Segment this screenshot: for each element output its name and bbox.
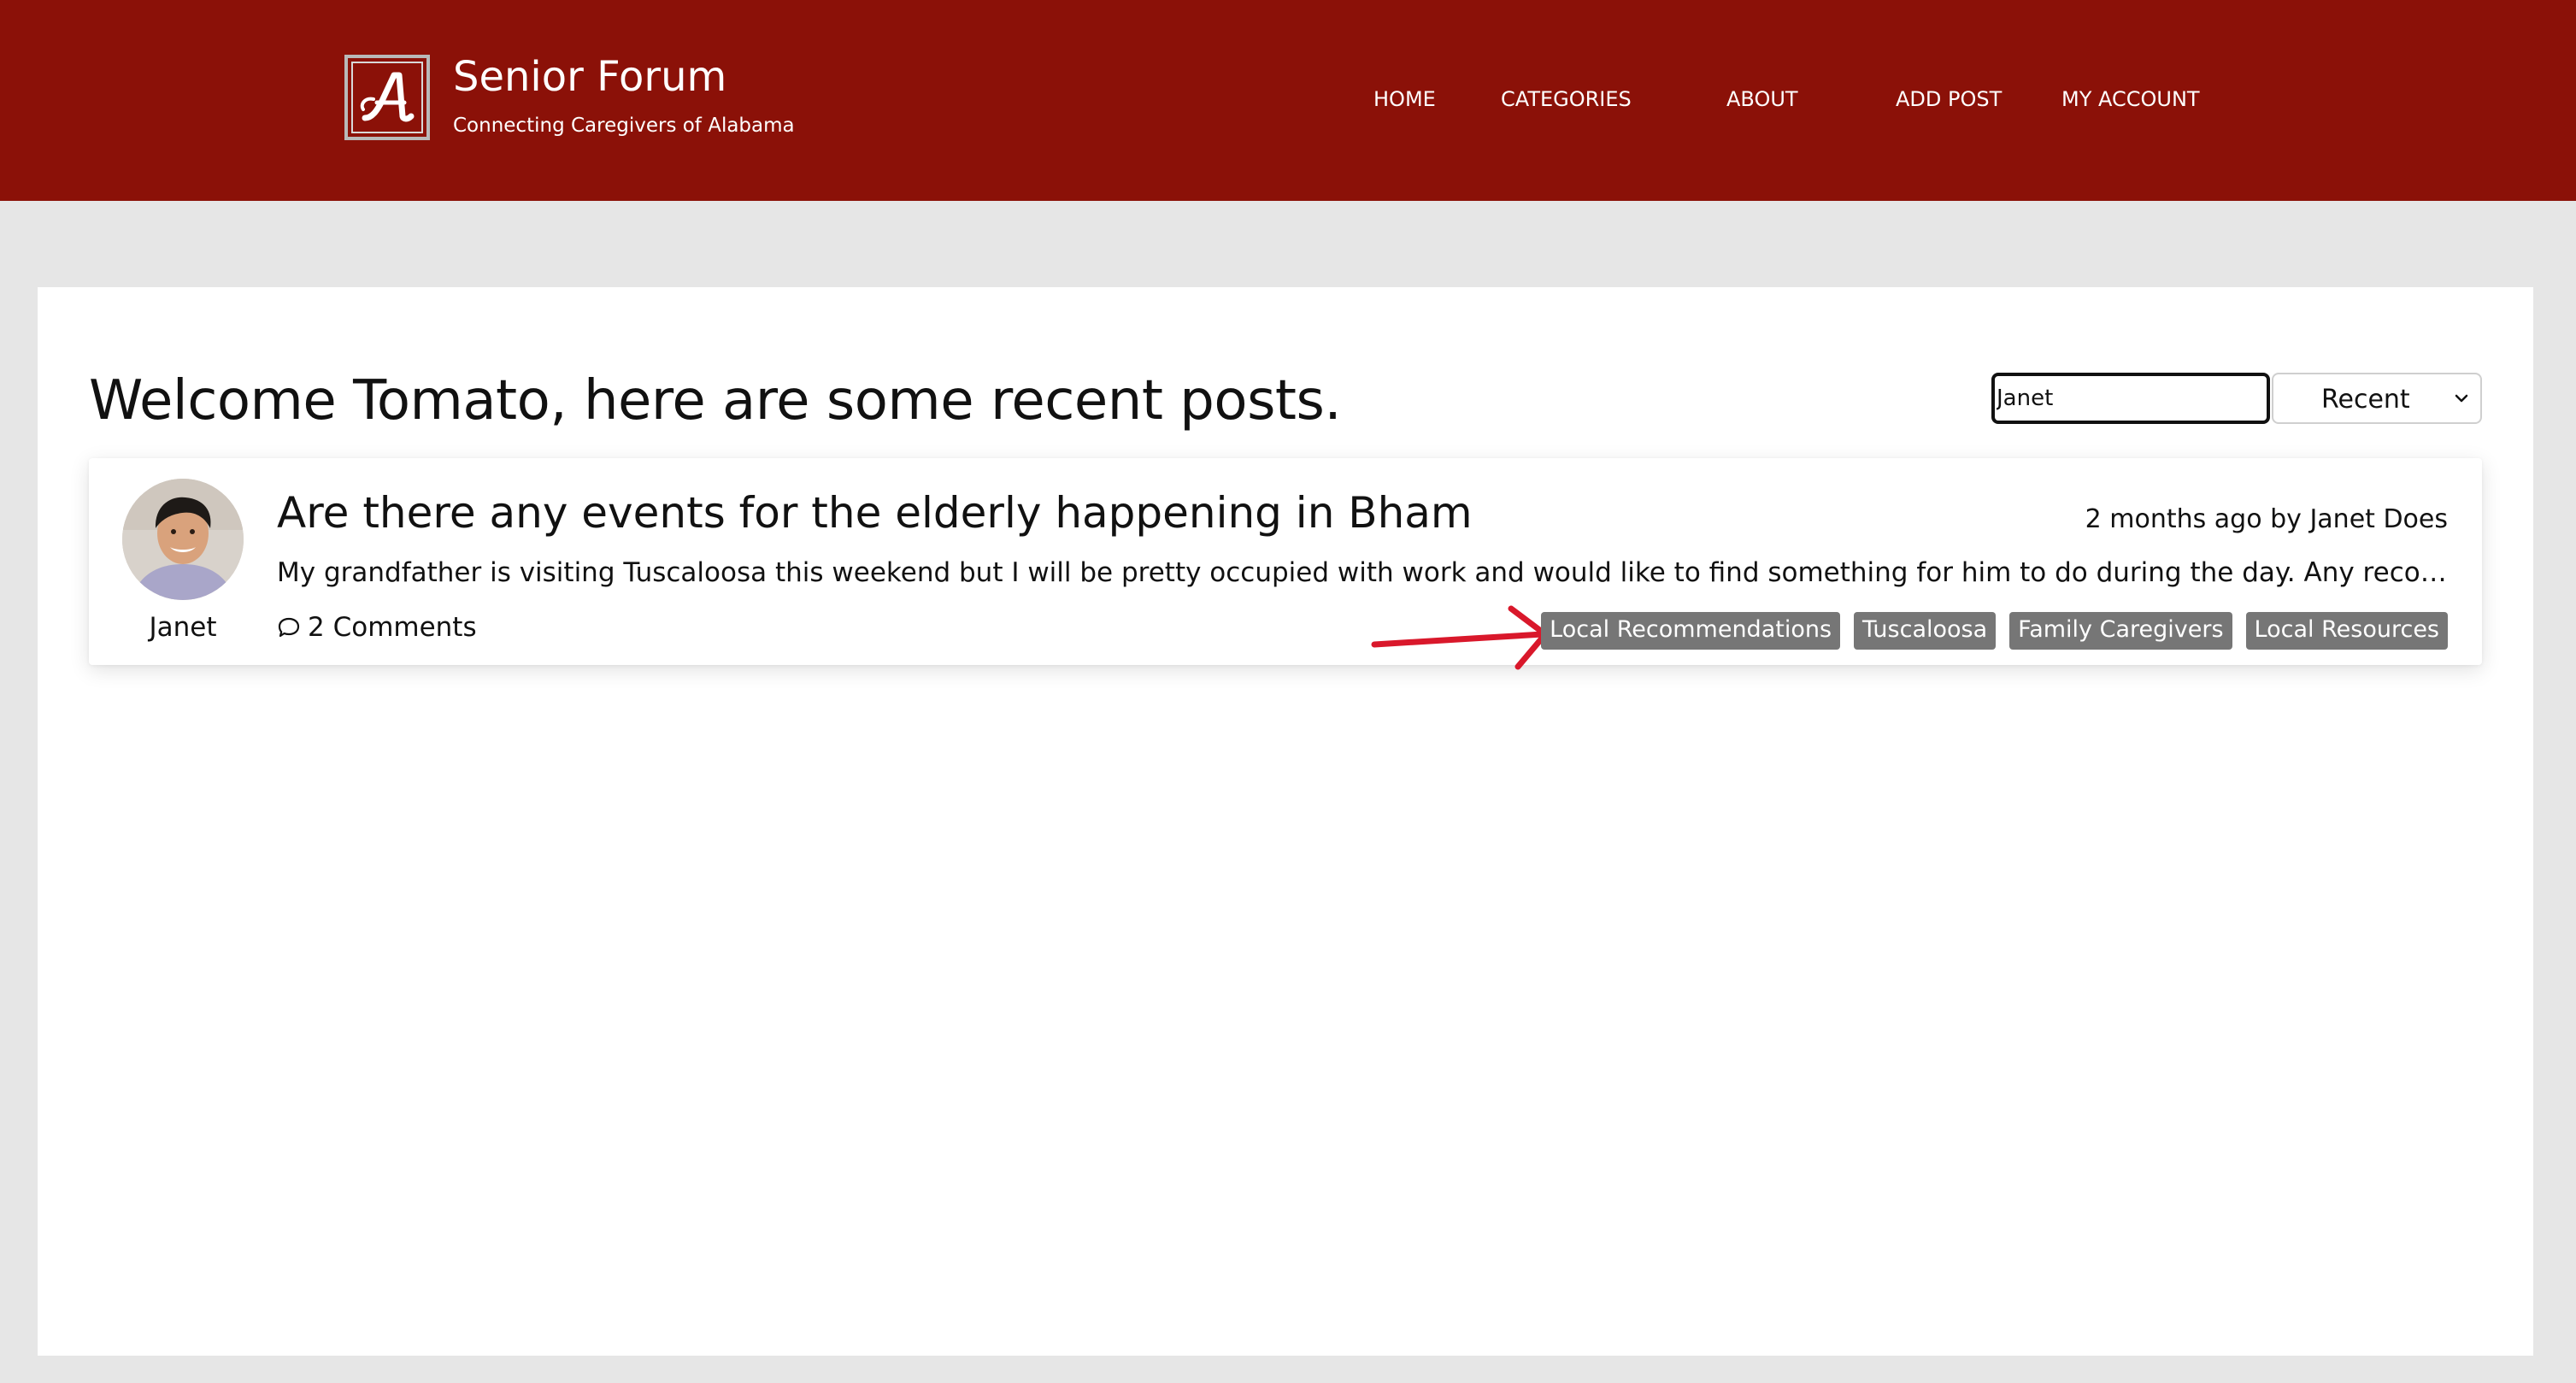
sort-selected-value: Recent	[2321, 385, 2410, 415]
author-avatar[interactable]	[122, 479, 244, 600]
page-title: Welcome Tomato, here are some recent pos…	[89, 369, 1342, 433]
post-title[interactable]: Are there any events for the elderly hap…	[277, 486, 1473, 540]
nav-add-post[interactable]: ADD POST	[1896, 85, 2002, 113]
tag-tuscaloosa[interactable]: Tuscaloosa	[1854, 612, 1997, 650]
comment-bubble-icon	[278, 617, 300, 638]
logo-frame	[351, 62, 423, 133]
script-a-icon	[360, 72, 415, 122]
site-header: Senior Forum Connecting Caregivers of Al…	[0, 0, 2576, 201]
post-excerpt: My grandfather is visiting Tuscaloosa th…	[277, 557, 2448, 588]
sort-dropdown[interactable]: Recent	[2272, 373, 2482, 424]
post-tags: Local Recommendations Tuscaloosa Family …	[1541, 612, 2448, 650]
nav-about[interactable]: ABOUT	[1726, 85, 1798, 113]
nav-categories[interactable]: CATEGORIES	[1501, 85, 1632, 113]
alabama-logo[interactable]	[344, 55, 430, 140]
nav-my-account[interactable]: MY ACCOUNT	[2061, 85, 2200, 113]
annotation-arrow-icon	[1371, 605, 1549, 670]
site-subtitle: Connecting Caregivers of Alabama	[453, 115, 795, 137]
tag-family-caregivers[interactable]: Family Caregivers	[2009, 612, 2232, 650]
avatar-photo	[122, 479, 244, 600]
post-meta: 2 months ago by Janet Does	[2085, 504, 2448, 534]
author-name[interactable]: Janet	[122, 610, 244, 644]
comments-count: 2 Comments	[308, 612, 477, 643]
main-panel	[38, 287, 2533, 1356]
search-input[interactable]	[1991, 373, 2270, 424]
tag-local-resources[interactable]: Local Resources	[2245, 612, 2448, 650]
chevron-down-icon	[2455, 394, 2468, 403]
comments-link[interactable]: 2 Comments	[277, 610, 477, 644]
nav-home[interactable]: HOME	[1373, 85, 1436, 113]
site-title[interactable]: Senior Forum	[453, 53, 726, 101]
tag-local-recommendations[interactable]: Local Recommendations	[1541, 612, 1841, 650]
